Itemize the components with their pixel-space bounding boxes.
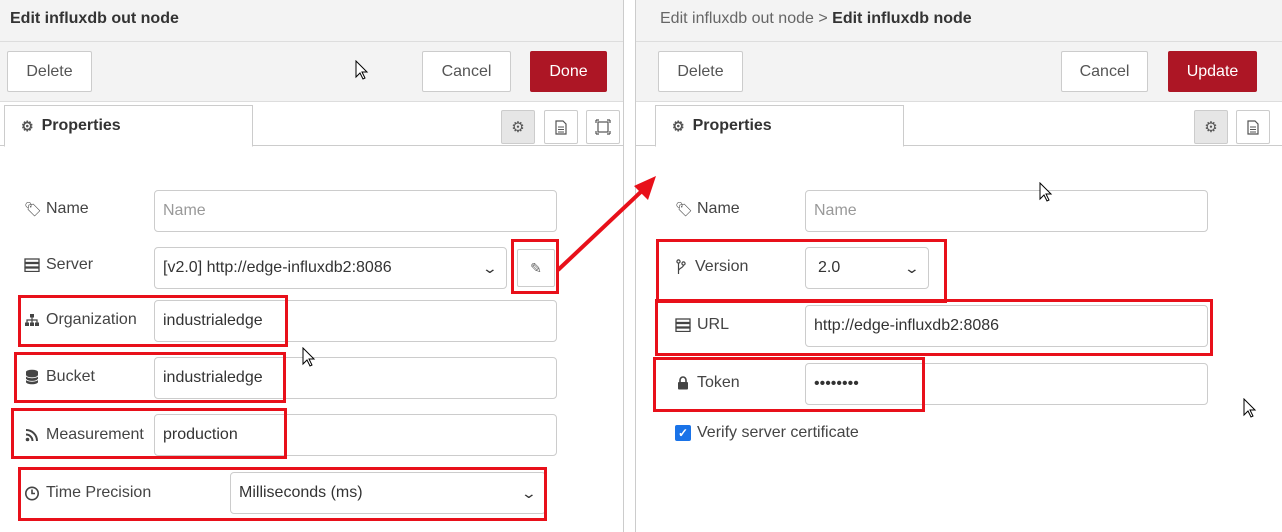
chevron-down-icon: ⌄ bbox=[481, 260, 499, 276]
left-button-bar: Delete Cancel Done bbox=[0, 42, 623, 102]
branch-icon bbox=[676, 259, 686, 274]
version-value: 2.0 bbox=[818, 259, 841, 276]
server-icon bbox=[24, 258, 40, 272]
cancel-button[interactable]: Cancel bbox=[1061, 51, 1148, 92]
bucket-input[interactable]: industrialedge bbox=[154, 357, 557, 399]
token-label: Token bbox=[675, 374, 740, 392]
clock-icon bbox=[25, 486, 39, 500]
chevron-down-icon: ⌄ bbox=[520, 485, 538, 501]
time-precision-select[interactable]: Milliseconds (ms) ⌄ bbox=[230, 472, 546, 514]
edit-server-button[interactable]: ✎ bbox=[517, 249, 555, 287]
verify-certificate-checkbox[interactable]: ✓ bbox=[675, 425, 691, 441]
cursor-icon bbox=[1243, 398, 1257, 418]
name-label-text: Name bbox=[46, 200, 89, 217]
version-select[interactable]: 2.0 ⌄ bbox=[805, 247, 929, 289]
sitemap-icon bbox=[25, 314, 39, 326]
server-label-text: Server bbox=[46, 256, 94, 273]
server-label: Server bbox=[24, 256, 93, 274]
token-input[interactable]: •••••••• bbox=[805, 363, 1208, 405]
breadcrumb-separator: > bbox=[818, 10, 828, 27]
bucket-label-text: Bucket bbox=[46, 368, 95, 385]
left-tab-strip: ⚙ Properties ⚙ bbox=[0, 102, 623, 147]
document-icon bbox=[555, 119, 567, 135]
gear-icon: ⚙ bbox=[511, 119, 525, 136]
organization-label-text: Organization bbox=[46, 311, 137, 328]
right-panel-title: Edit influxdb node bbox=[832, 10, 972, 27]
right-tab-strip: ⚙ Properties ⚙ bbox=[636, 102, 1282, 147]
token-label-text: Token bbox=[697, 374, 740, 391]
breadcrumb-parent[interactable]: Edit influxdb out node bbox=[660, 10, 814, 27]
tab-properties-label: Properties bbox=[692, 117, 772, 134]
delete-button[interactable]: Delete bbox=[7, 51, 92, 92]
name-label-text: Name bbox=[697, 200, 740, 217]
time-precision-label: Time Precision bbox=[24, 484, 151, 502]
version-label-text: Version bbox=[695, 258, 749, 275]
pencil-icon: ✎ bbox=[530, 259, 542, 276]
gear-icon: ⚙ bbox=[21, 117, 34, 134]
left-panel-title: Edit influxdb out node bbox=[10, 10, 179, 27]
server-select-value: [v2.0] http://edge-influxdb2:8086 bbox=[163, 259, 392, 276]
name-label: 🏷 Name bbox=[24, 200, 89, 218]
panel-gap bbox=[625, 0, 635, 532]
server-icon bbox=[675, 318, 691, 332]
gear-icon: ⚙ bbox=[672, 117, 685, 134]
tab-properties-label: Properties bbox=[41, 117, 121, 134]
name-input[interactable]: Name bbox=[154, 190, 557, 232]
left-title-bar: Edit influxdb out node bbox=[0, 0, 623, 42]
name-label: 🏷 Name bbox=[675, 200, 740, 218]
bucket-label: Bucket bbox=[24, 368, 95, 386]
gear-icon: ⚙ bbox=[1204, 119, 1218, 136]
cursor-icon bbox=[355, 60, 369, 80]
verify-certificate-row[interactable]: ✓ Verify server certificate bbox=[675, 424, 859, 442]
tab-properties[interactable]: ⚙ Properties bbox=[655, 105, 904, 147]
right-edit-panel: Edit influxdb out node > Edit influxdb n… bbox=[635, 0, 1282, 532]
database-icon bbox=[25, 369, 39, 385]
cancel-button[interactable]: Cancel bbox=[422, 51, 511, 92]
delete-button[interactable]: Delete bbox=[658, 51, 743, 92]
settings-tab-button[interactable]: ⚙ bbox=[501, 110, 535, 144]
url-label: URL bbox=[675, 316, 729, 334]
settings-tab-button[interactable]: ⚙ bbox=[1194, 110, 1228, 144]
right-button-bar: Delete Cancel Update bbox=[636, 42, 1282, 102]
checkmark-icon: ✓ bbox=[677, 426, 689, 440]
name-input[interactable]: Name bbox=[805, 190, 1208, 232]
measurement-label-text: Measurement bbox=[46, 426, 144, 443]
version-label: Version bbox=[673, 258, 748, 276]
organization-label: Organization bbox=[24, 311, 137, 329]
rss-icon bbox=[25, 429, 38, 442]
url-input[interactable]: http://edge-influxdb2:8086 bbox=[805, 305, 1208, 347]
left-edit-panel: Edit influxdb out node Delete Cancel Don… bbox=[0, 0, 624, 532]
lock-icon bbox=[678, 376, 688, 390]
cursor-icon bbox=[302, 347, 316, 367]
chevron-down-icon: ⌄ bbox=[903, 260, 921, 276]
done-button[interactable]: Done bbox=[530, 51, 607, 92]
description-tab-button[interactable] bbox=[544, 110, 578, 144]
tag-icon: 🏷 bbox=[675, 200, 693, 217]
time-precision-value: Milliseconds (ms) bbox=[239, 484, 363, 501]
tab-properties[interactable]: ⚙ Properties bbox=[4, 105, 253, 147]
expand-icon bbox=[595, 119, 611, 135]
cursor-icon bbox=[1039, 182, 1053, 202]
measurement-input[interactable]: production bbox=[154, 414, 557, 456]
update-button[interactable]: Update bbox=[1168, 51, 1257, 92]
time-precision-label-text: Time Precision bbox=[46, 484, 152, 501]
measurement-label: Measurement bbox=[24, 426, 144, 444]
verify-certificate-label: Verify server certificate bbox=[697, 424, 859, 441]
tag-icon: 🏷 bbox=[24, 200, 42, 217]
organization-input[interactable]: industrialedge bbox=[154, 300, 557, 342]
right-title-bar: Edit influxdb out node > Edit influxdb n… bbox=[636, 0, 1282, 42]
server-select[interactable]: [v2.0] http://edge-influxdb2:8086 ⌄ bbox=[154, 247, 507, 289]
document-icon bbox=[1247, 119, 1259, 135]
url-label-text: URL bbox=[697, 316, 730, 333]
appearance-tab-button[interactable] bbox=[586, 110, 620, 144]
description-tab-button[interactable] bbox=[1236, 110, 1270, 144]
